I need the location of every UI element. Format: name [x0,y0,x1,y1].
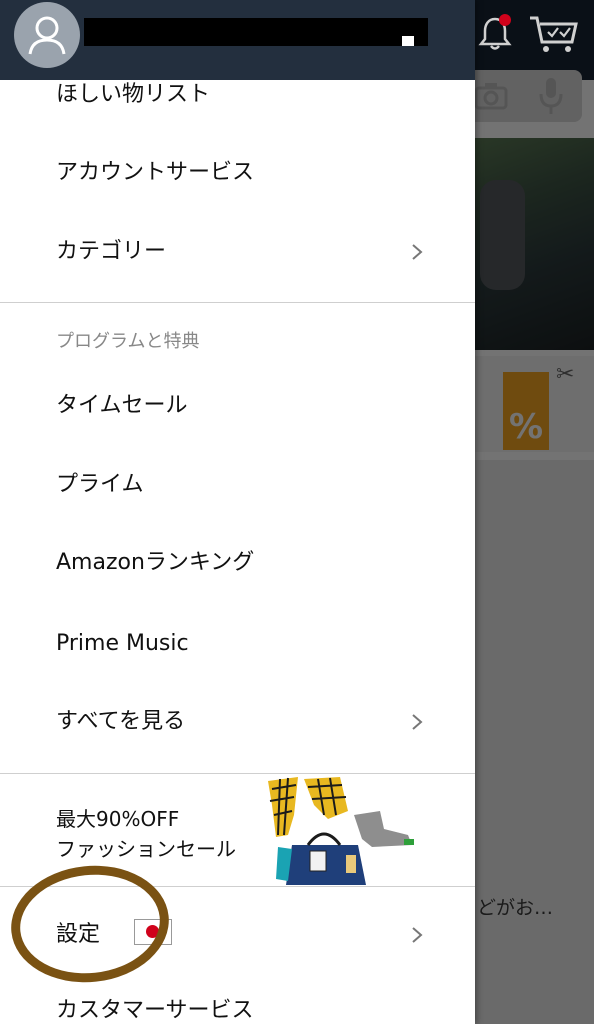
promo-line-1: 最大90%OFF [56,807,180,831]
menu-item-categories[interactable]: カテゴリー [0,213,475,291]
navigation-drawer: ほしい物リスト アカウントサービス カテゴリー プログラムと特典 タイムセール … [0,0,475,1024]
menu-item-label: 設定 [56,922,101,947]
menu-item-label: すべてを見る [56,709,186,734]
menu-item-customer-service[interactable]: カスタマーサービス [0,972,475,1024]
menu-item-prime-music[interactable]: Prime Music [0,605,475,683]
menu-item-label: プライム [56,472,144,497]
chevron-right-icon [412,714,423,730]
menu-item-label: カスタマーサービス [56,998,254,1023]
menu-item-settings[interactable]: 設定 [0,896,475,974]
menu-item-time-sale[interactable]: タイムセール [0,367,475,445]
background-snippet-text: どがお… [477,897,554,919]
menu-item-prime[interactable]: プライム [0,446,475,524]
promo-fashion-sale[interactable]: 最大90%OFF ファッションセール [0,775,475,885]
user-avatar-icon[interactable] [14,2,80,68]
menu-item-label: Prime Music [56,631,189,656]
camera-icon [474,83,508,110]
notification-badge [499,14,511,26]
chevron-right-icon [412,244,423,260]
divider [0,302,475,303]
microphone-icon [539,78,563,114]
divider [0,886,475,887]
fashion-items-image [268,777,414,885]
menu-item-label: カテゴリー [56,239,167,264]
header-clip [0,0,475,80]
menu-item-amazon-ranking[interactable]: Amazonランキング [0,524,475,602]
flag-red-circle [146,925,159,938]
redacted-username [84,18,428,46]
redaction-notch [402,36,414,46]
promo-line-2: ファッションセール [56,837,236,861]
japan-flag-icon [134,919,172,945]
menu-item-label: アカウントサービス [56,160,255,185]
cart-icon [530,16,578,52]
menu-item-label: Amazonランキング [56,550,255,575]
menu-item-account-services[interactable]: アカウントサービス [0,134,475,212]
section-title-programs: プログラムと特典 [56,331,200,352]
menu-item-label: タイムセール [56,393,188,418]
chevron-right-icon [412,927,423,943]
divider [0,773,475,774]
menu-item-see-all[interactable]: すべてを見る [0,683,475,761]
